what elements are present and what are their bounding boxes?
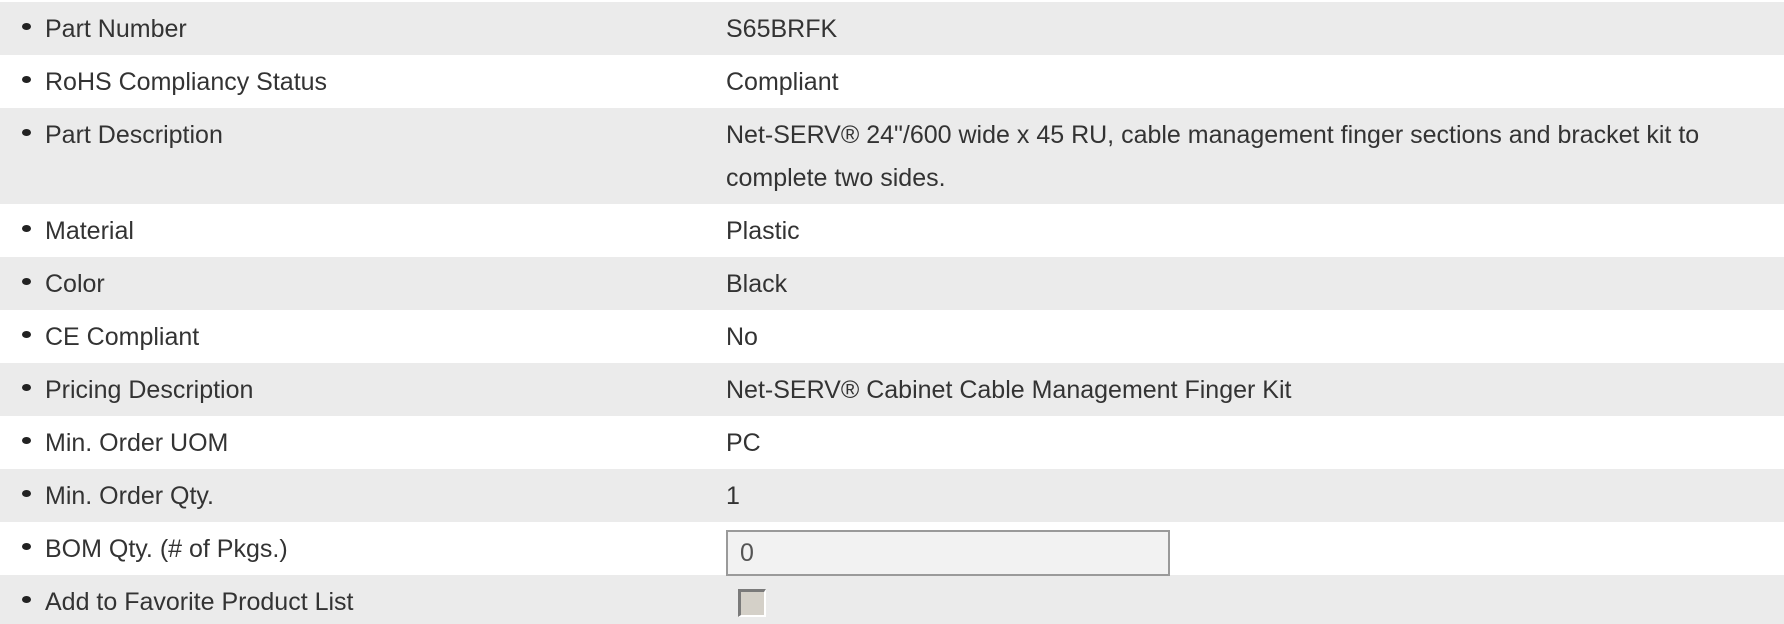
bullet-icon bbox=[22, 543, 31, 550]
spec-row-bom-qty: BOM Qty. (# of Pkgs.) bbox=[0, 522, 1784, 576]
spec-value-cell bbox=[726, 522, 1784, 576]
bullet-icon bbox=[22, 76, 31, 83]
spec-label-ce-compliant: CE Compliant bbox=[45, 323, 200, 351]
bullet-icon bbox=[22, 331, 31, 338]
spec-value-part-number: S65BRFK bbox=[726, 15, 838, 43]
spec-value-cell: Net-SERV® 24"/600 wide x 45 RU, cable ma… bbox=[726, 108, 1784, 200]
spec-value-rohs: Compliant bbox=[726, 68, 839, 96]
spec-value-cell: Net-SERV® Cabinet Cable Management Finge… bbox=[726, 363, 1784, 405]
spec-row-ce-compliant: CE Compliant No bbox=[0, 310, 1784, 363]
spec-label-cell: Pricing Description bbox=[0, 363, 726, 405]
spec-value-cell: Plastic bbox=[726, 204, 1784, 246]
spec-value-cell: Compliant bbox=[726, 55, 1784, 97]
spec-label-cell: BOM Qty. (# of Pkgs.) bbox=[0, 522, 726, 564]
spec-value-color: Black bbox=[726, 270, 788, 298]
spec-label-min-order-qty: Min. Order Qty. bbox=[45, 482, 215, 510]
bullet-icon bbox=[22, 23, 31, 30]
spec-label-cell: RoHS Compliancy Status bbox=[0, 55, 726, 97]
bom-qty-input[interactable] bbox=[726, 530, 1170, 576]
favorite-checkbox[interactable] bbox=[738, 589, 766, 617]
spec-label-cell: Material bbox=[0, 204, 726, 246]
spec-label-cell: CE Compliant bbox=[0, 310, 726, 352]
spec-row-part-number: Part Number S65BRFK bbox=[0, 2, 1784, 55]
spec-value-ce-compliant: No bbox=[726, 323, 758, 351]
spec-label-cell: Color bbox=[0, 257, 726, 299]
spec-row-favorite: Add to Favorite Product List bbox=[0, 575, 1784, 624]
spec-value-cell: S65BRFK bbox=[726, 2, 1784, 44]
spec-label-cell: Add to Favorite Product List bbox=[0, 575, 726, 617]
spec-value-cell: Black bbox=[726, 257, 1784, 299]
spec-label-bom-qty: BOM Qty. (# of Pkgs.) bbox=[45, 535, 288, 563]
spec-row-color: Color Black bbox=[0, 257, 1784, 310]
spec-value-pricing-description: Net-SERV® Cabinet Cable Management Finge… bbox=[726, 376, 1292, 404]
spec-label-color: Color bbox=[45, 270, 105, 298]
bullet-icon bbox=[22, 129, 31, 136]
spec-value-cell: PC bbox=[726, 416, 1784, 458]
spec-value-cell: 1 bbox=[726, 469, 1784, 511]
spec-label-min-order-uom: Min. Order UOM bbox=[45, 429, 229, 457]
spec-label-cell: Min. Order UOM bbox=[0, 416, 726, 458]
spec-row-min-order-qty: Min. Order Qty. 1 bbox=[0, 469, 1784, 522]
bullet-icon bbox=[22, 384, 31, 391]
spec-value-min-order-uom: PC bbox=[726, 429, 761, 457]
bullet-icon bbox=[22, 278, 31, 285]
spec-label-pricing-description: Pricing Description bbox=[45, 376, 254, 404]
spec-label-part-description: Part Description bbox=[45, 121, 223, 149]
bullet-icon bbox=[22, 490, 31, 497]
bullet-icon bbox=[22, 437, 31, 444]
spec-row-min-order-uom: Min. Order UOM PC bbox=[0, 416, 1784, 469]
spec-label-cell: Min. Order Qty. bbox=[0, 469, 726, 511]
spec-row-rohs: RoHS Compliancy Status Compliant bbox=[0, 55, 1784, 108]
spec-label-material: Material bbox=[45, 217, 134, 245]
spec-value-part-description: Net-SERV® 24"/600 wide x 45 RU, cable ma… bbox=[726, 121, 1700, 192]
spec-value-material: Plastic bbox=[726, 217, 800, 245]
spec-label-part-number: Part Number bbox=[45, 15, 187, 43]
spec-row-material: Material Plastic bbox=[0, 204, 1784, 257]
spec-value-cell bbox=[726, 575, 1784, 622]
spec-value-min-order-qty: 1 bbox=[726, 482, 740, 510]
product-spec-table: Part Number S65BRFK RoHS Compliancy Stat… bbox=[0, 0, 1784, 624]
spec-label-favorite: Add to Favorite Product List bbox=[45, 588, 354, 616]
bullet-icon bbox=[22, 225, 31, 232]
spec-label-cell: Part Description bbox=[0, 108, 726, 150]
spec-value-cell: No bbox=[726, 310, 1784, 352]
spec-label-cell: Part Number bbox=[0, 2, 726, 44]
bullet-icon bbox=[22, 596, 31, 603]
spec-row-part-description: Part Description Net-SERV® 24"/600 wide … bbox=[0, 108, 1784, 204]
spec-row-pricing-description: Pricing Description Net-SERV® Cabinet Ca… bbox=[0, 363, 1784, 416]
spec-label-rohs: RoHS Compliancy Status bbox=[45, 68, 328, 96]
